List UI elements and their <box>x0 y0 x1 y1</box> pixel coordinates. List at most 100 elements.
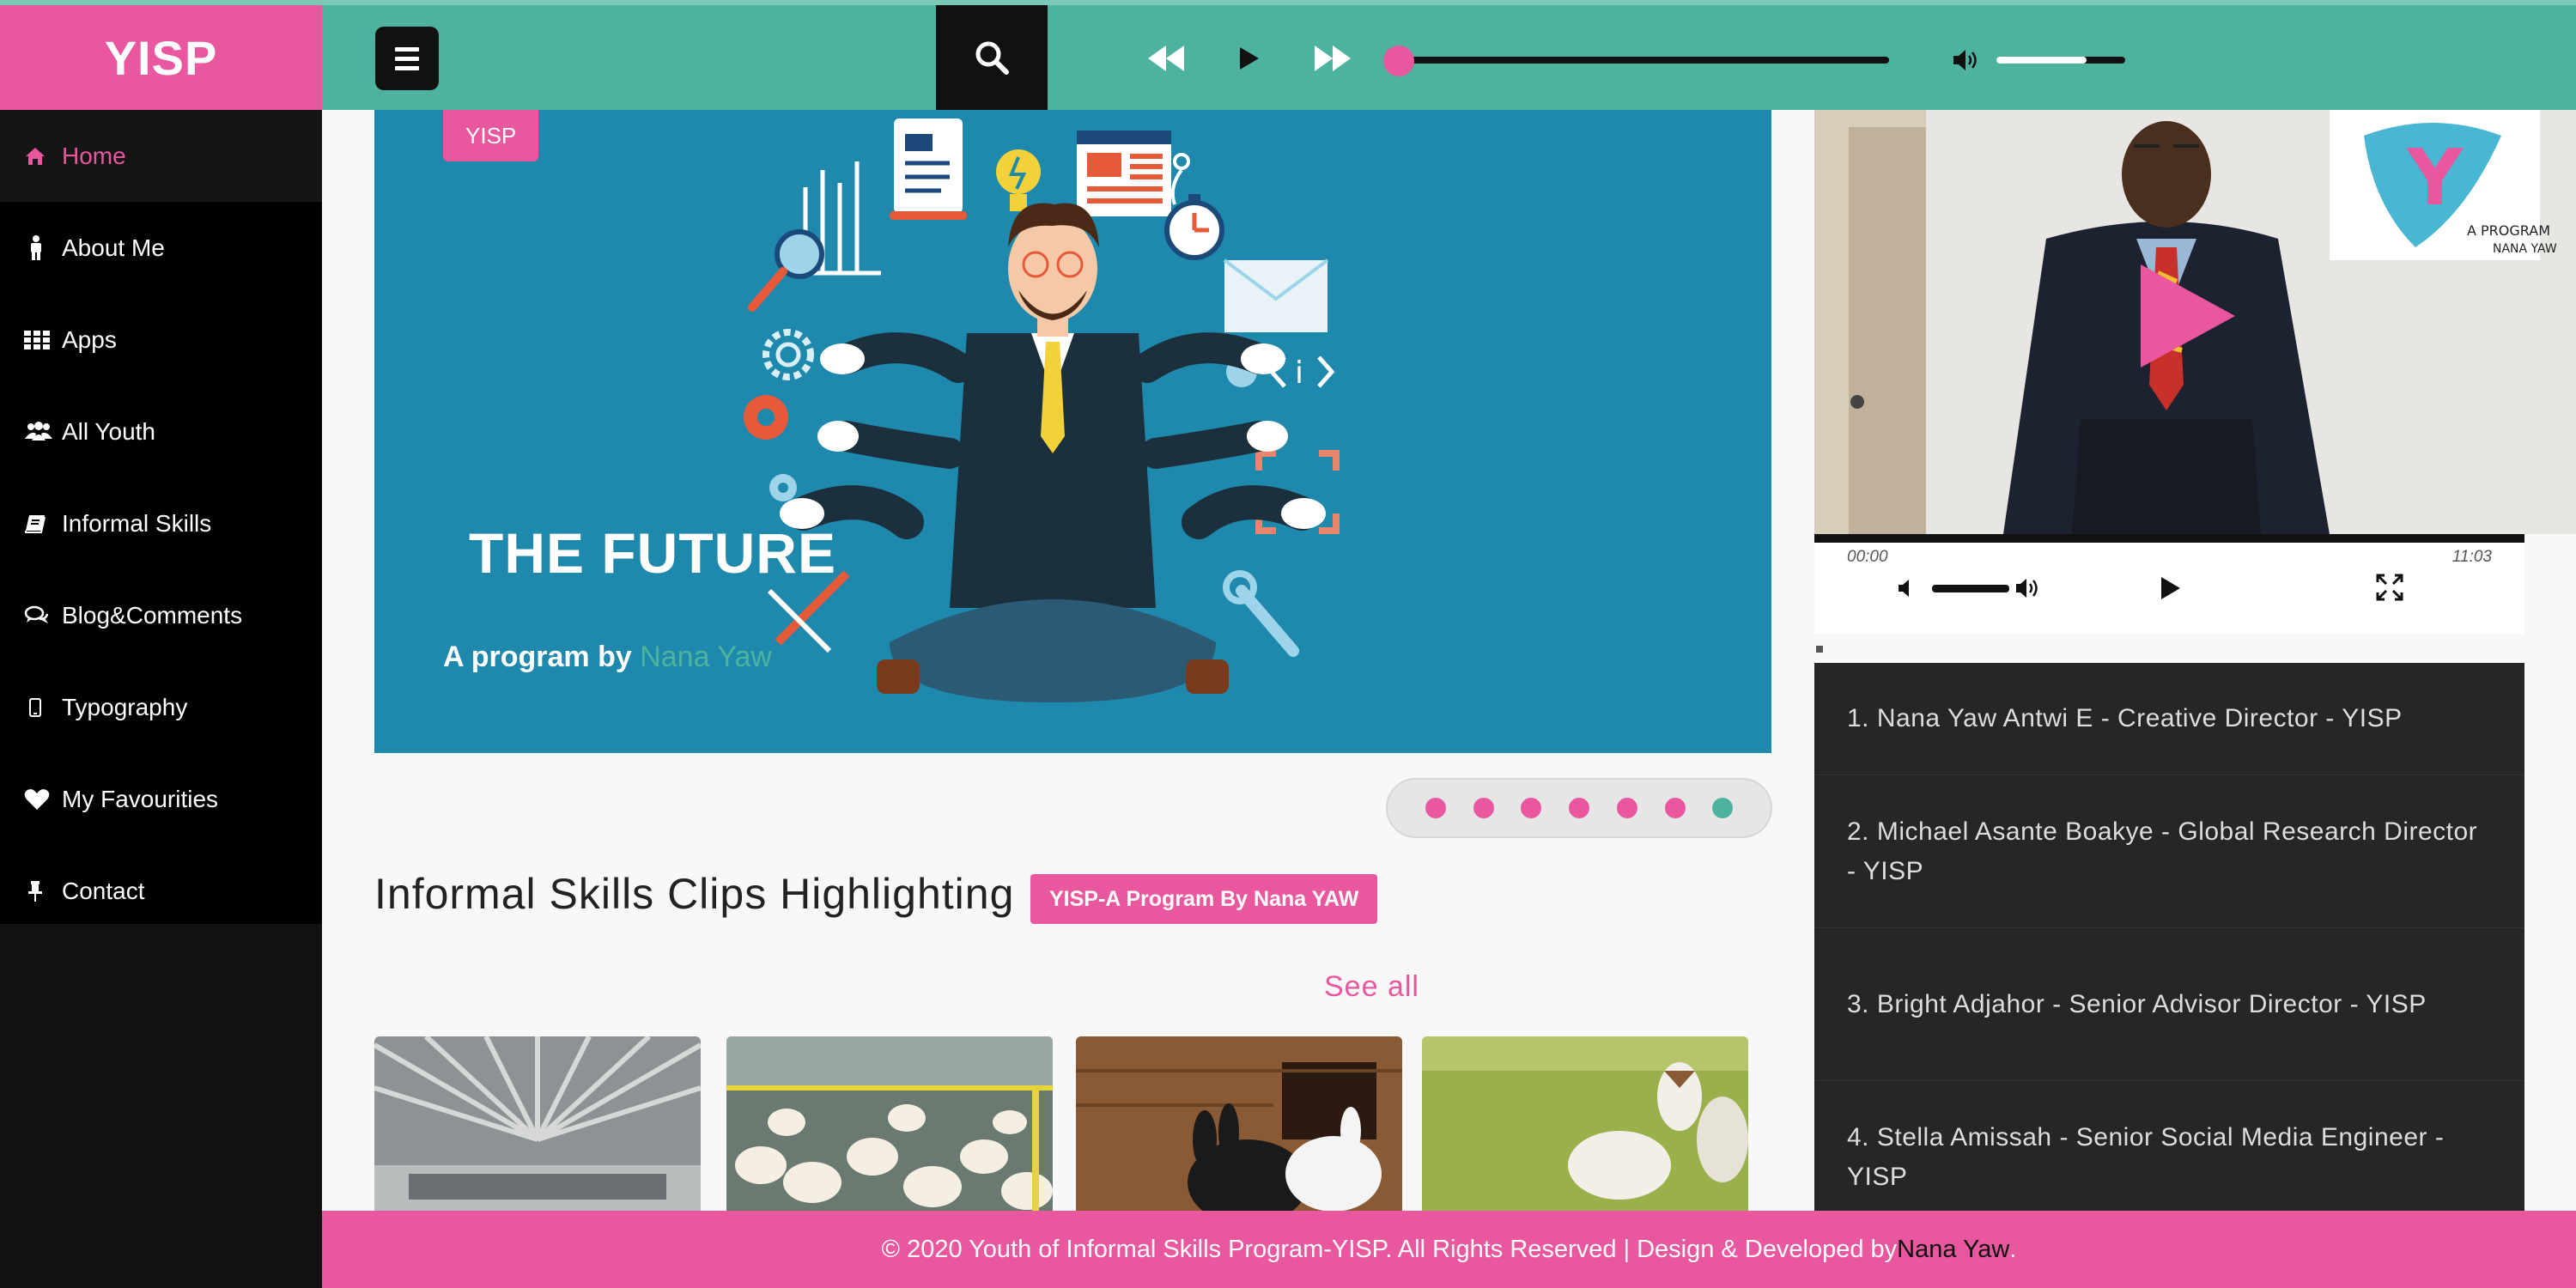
search-icon <box>975 41 1009 75</box>
credit-text: 3. Bright Adjahor - Senior Advisor Direc… <box>1847 989 2427 1018</box>
hamburger-line <box>395 65 419 70</box>
volume-level <box>1996 57 2087 64</box>
rewind-button[interactable] <box>1145 39 1188 77</box>
gear-icon <box>762 329 814 380</box>
logo[interactable]: YISP <box>0 5 322 110</box>
footer-author-link[interactable]: Nana Yaw <box>1897 1236 2009 1264</box>
wrench-icon <box>1223 570 1299 657</box>
hamburger-line <box>395 46 419 52</box>
carousel-dot[interactable] <box>1712 798 1734 818</box>
sidebar-item-typography[interactable]: Typography <box>0 661 322 753</box>
section-heading: Informal Skills Clips Highlighting <box>374 870 1015 918</box>
svg-text:A PROGRAM: A PROGRAM <box>2467 222 2550 239</box>
fullscreen-button[interactable] <box>2374 572 2405 603</box>
credit-item[interactable]: 4. Stella Amissah - Senior Social Media … <box>1814 1081 2524 1211</box>
seek-handle[interactable] <box>1383 46 1414 76</box>
footer-suffix: . <box>2009 1235 2017 1263</box>
carousel-dot[interactable] <box>1569 798 1589 818</box>
volume-icon[interactable] <box>1952 48 1979 76</box>
video-play-button[interactable] <box>2155 572 2186 605</box>
video-player[interactable]: Y A PROGRAM NANA YAW <box>1814 110 2576 534</box>
stopwatch-icon <box>1164 153 1224 260</box>
volume-slider[interactable] <box>1996 57 2125 64</box>
sidebar-item-label: Apps <box>62 325 117 353</box>
hero-banner[interactable]: i YISP THE FUTURE A program by Nana Yaw <box>374 110 1771 753</box>
carousel-dot[interactable] <box>1425 798 1446 818</box>
play-button[interactable] <box>1232 39 1267 77</box>
mail-icon <box>1223 258 1329 332</box>
fullscreen-icon <box>2376 574 2403 601</box>
sidebar-item-my-favourities[interactable]: My Favourities <box>0 753 322 845</box>
bulb-icon <box>996 149 1041 211</box>
hero-subtitle: A program by Nana Yaw <box>443 641 772 674</box>
sidebar-item-informal-skills[interactable]: Informal Skills <box>0 477 322 569</box>
svg-text:Y: Y <box>2406 133 2464 223</box>
clip-thumbnail-goats[interactable] <box>1422 1036 1748 1212</box>
video-duration: 11:03 <box>2451 548 2492 566</box>
sidebar-item-blog-comments[interactable]: Blog&Comments <box>0 569 322 661</box>
volume-high-icon <box>2016 579 2038 598</box>
clip-thumbnail-chickens[interactable] <box>726 1036 1053 1212</box>
carousel-dot[interactable] <box>1521 798 1542 818</box>
carousel-dot[interactable] <box>1473 798 1494 818</box>
sidebar-item-contact[interactable]: Contact <box>0 845 322 937</box>
hero-subtitle-name[interactable]: Nana Yaw <box>640 641 772 673</box>
credit-item[interactable]: 3. Bright Adjahor - Senior Advisor Direc… <box>1814 928 2524 1081</box>
hero-title: THE FUTURE <box>469 521 836 585</box>
section-badge: YISP-A Program By Nana YAW <box>1030 874 1378 924</box>
sidebar: Home About Me Apps All Youth Informal Sk… <box>0 110 322 1288</box>
video-mute-button[interactable] <box>1893 574 1919 603</box>
video-volume-slider[interactable] <box>1932 585 2009 592</box>
footer: © 2020 Youth of Informal Skills Program-… <box>322 1211 2576 1288</box>
carousel-dot[interactable] <box>1616 798 1637 818</box>
person-icon <box>24 234 62 261</box>
search-button[interactable] <box>936 5 1048 110</box>
video-progress-bar[interactable] <box>1814 534 2524 543</box>
fast-forward-icon <box>1315 46 1351 71</box>
sidebar-item-about-me[interactable]: About Me <box>0 202 322 294</box>
document-icon <box>890 118 967 220</box>
sidebar-item-apps[interactable]: Apps <box>0 294 322 386</box>
sidebar-item-label: Typography <box>62 693 188 720</box>
clip-thumbnail-rabbits[interactable] <box>1076 1036 1402 1212</box>
clip-thumbnail-poultry-house[interactable] <box>374 1036 701 1212</box>
hero-subtitle-prefix: A program by <box>443 641 641 673</box>
seek-bar[interactable] <box>1400 57 1889 64</box>
volume-low-icon <box>1899 580 1909 597</box>
play-icon <box>2161 577 2180 599</box>
rewind-icon <box>1148 46 1184 71</box>
home-icon <box>24 146 62 167</box>
credit-item[interactable]: 2. Michael Asante Boakye - Global Resear… <box>1814 775 2524 928</box>
play-icon <box>1240 47 1259 70</box>
pin-icon <box>24 880 62 902</box>
logo-text: YISP <box>104 30 218 85</box>
see-all-link[interactable]: See all <box>1324 970 1419 1004</box>
sidebar-item-label: Blog&Comments <box>62 601 243 629</box>
sidebar-item-home[interactable]: Home <box>0 110 322 202</box>
sidebar-item-label: Contact <box>62 877 145 904</box>
fast-forward-button[interactable] <box>1311 39 1354 77</box>
phone-icon <box>24 697 62 717</box>
gear-orange-icon <box>744 395 788 440</box>
video-volume-button[interactable] <box>2014 574 2043 603</box>
users-icon <box>24 421 62 442</box>
svg-text:i: i <box>1295 355 1303 391</box>
credit-item[interactable]: 1. Nana Yaw Antwi E - Creative Director … <box>1814 663 2524 775</box>
top-bar <box>322 5 2576 110</box>
sidebar-item-label: Informal Skills <box>62 509 212 537</box>
hero-illustration: i <box>744 118 1340 702</box>
book-icon <box>24 513 62 534</box>
hero-badge: YISP <box>443 110 539 161</box>
credits-list: 1. Nana Yaw Antwi E - Creative Director … <box>1814 663 2524 1211</box>
carousel-dot[interactable] <box>1664 798 1686 818</box>
footer-text: © 2020 Youth of Informal Skills Program-… <box>881 1235 1898 1263</box>
hamburger-menu-button[interactable] <box>375 27 439 90</box>
gear-small-icon <box>769 474 797 501</box>
comments-icon <box>24 605 62 626</box>
hamburger-line <box>395 56 419 61</box>
browser-icon <box>1077 131 1171 216</box>
sidebar-menu: Home About Me Apps All Youth Informal Sk… <box>0 110 322 924</box>
credit-text: 2. Michael Asante Boakye - Global Resear… <box>1847 817 2478 885</box>
sidebar-item-label: My Favourities <box>62 785 219 812</box>
sidebar-item-all-youth[interactable]: All Youth <box>0 386 322 477</box>
